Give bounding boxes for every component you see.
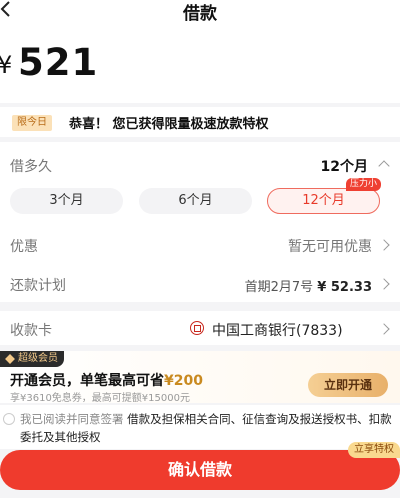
vip-title: 开通会员，单笔最高可省¥200 (10, 370, 203, 390)
header: 借款 (0, 0, 400, 28)
term-option-12[interactable]: 12个月 压力小 (267, 178, 381, 214)
vip-badge: 超级会员 (0, 351, 64, 367)
agree-checkbox[interactable] (3, 413, 15, 425)
term-option-3[interactable]: 3个月 (10, 188, 123, 214)
chevron-up-icon[interactable] (378, 160, 390, 172)
repay-value: 首期2月7号 ¥ 52.33 (245, 276, 372, 295)
vip-title-prefix: 开通会员，单笔最高可省 (10, 373, 164, 389)
repayment-plan-row[interactable]: 还款计划 首期2月7号 ¥ 52.33 (0, 264, 400, 302)
repay-prefix: 首期2月7号 (244, 280, 318, 295)
pressure-badge: 压力小 (345, 178, 381, 191)
repay-label: 还款计划 (10, 278, 66, 294)
term-label: 借多久 (10, 159, 52, 175)
promo-text: 恭喜！ 您已获得限量极速放款特权 (69, 117, 269, 132)
confirm-loan-button[interactable]: 确认借款 (0, 450, 400, 490)
vip-card: 超级会员 开通会员，单笔最高可省¥200 享¥3610免息券，最高可提额¥150… (0, 351, 400, 404)
discount-label: 优惠 (10, 239, 38, 255)
term-option-12-label: 12个月 (302, 193, 345, 208)
chevron-right-icon[interactable] (378, 323, 390, 335)
agreement-text: 我已阅读并同意签署 借款及担保相关合同、征信查询及报送授权书、扣款委托及其他授权 (20, 410, 395, 446)
receiving-card-row[interactable]: 收款卡 中国工商银行(7833) (0, 311, 400, 345)
promo-tag: 限今日 (12, 115, 52, 131)
term-selected: 12个月 (320, 159, 368, 175)
vip-crown-icon (5, 354, 15, 364)
vip-subtitle: 享¥3610免息券，最高可提额¥15000元 (10, 393, 190, 404)
chevron-right-icon[interactable] (378, 278, 390, 290)
promo-banner: 限今日 恭喜！ 您已获得限量极速放款特权 (0, 107, 400, 137)
discount-value[interactable]: 暂无可用优惠 (288, 236, 372, 256)
card-label: 收款卡 (10, 323, 52, 339)
agreement-prefix: 我已阅读并同意签署 (20, 412, 128, 426)
loan-amount-card[interactable]: ¥ 521 (0, 28, 400, 103)
repay-amount: ¥ 52.33 (317, 280, 372, 295)
loan-amount: 521 (18, 41, 99, 84)
bank-name: 中国工商银行(7833) (212, 323, 343, 339)
currency-symbol: ¥ (0, 51, 13, 79)
vip-open-button[interactable]: 立即开通 (308, 373, 388, 397)
bank-logo-icon (190, 321, 204, 335)
chevron-right-icon[interactable] (378, 239, 390, 251)
privilege-tag: 立享特权 (348, 442, 400, 458)
vip-price: ¥200 (164, 373, 203, 389)
agreement-row: 我已阅读并同意签署 借款及担保相关合同、征信查询及报送授权书、扣款委托及其他授权 (0, 405, 400, 449)
vip-badge-text: 超级会员 (18, 353, 58, 364)
term-option-6[interactable]: 6个月 (139, 188, 252, 214)
page-title: 借款 (183, 4, 217, 24)
